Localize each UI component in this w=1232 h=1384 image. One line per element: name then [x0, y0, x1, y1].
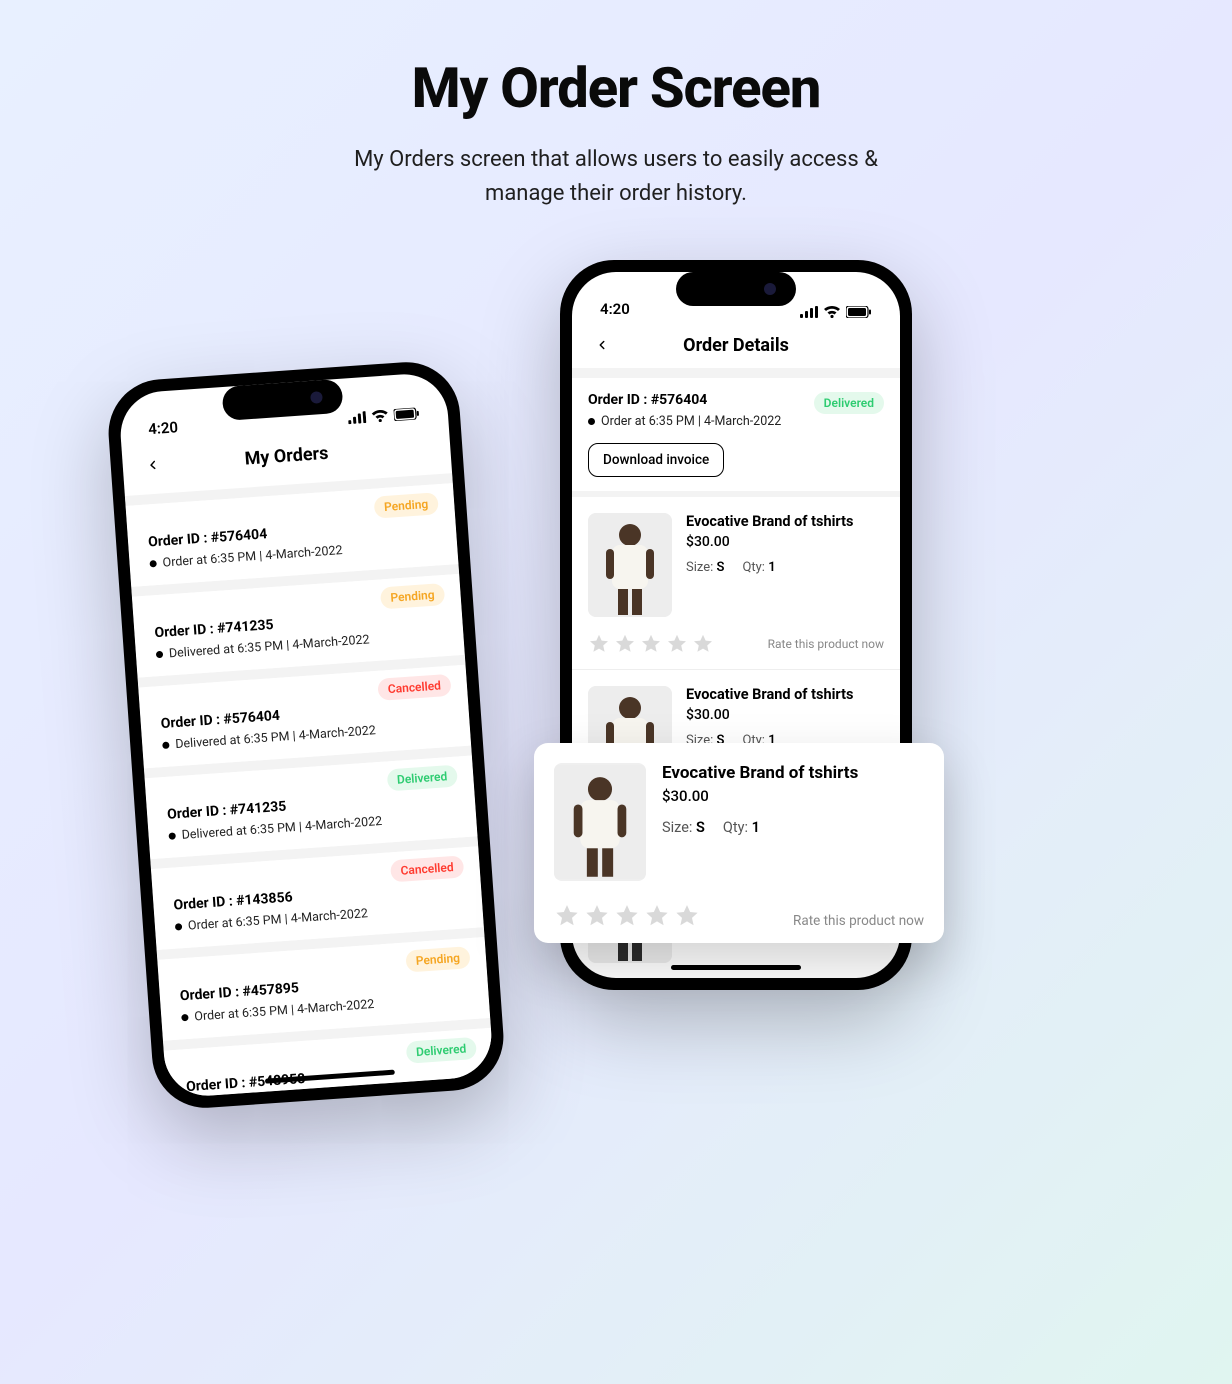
bullet-icon	[588, 418, 595, 425]
bullet-icon	[175, 923, 182, 930]
product-name: Evocative Brand of tshirts	[662, 763, 924, 783]
star-icon[interactable]	[588, 633, 610, 655]
star-icon[interactable]	[666, 633, 688, 655]
star-icon[interactable]	[584, 903, 610, 929]
product-attrs: Size: S Qty: 1	[662, 819, 924, 836]
product-name: Evocative Brand of tshirts	[686, 513, 884, 530]
status-badge: Pending	[405, 946, 471, 972]
wifi-icon	[823, 305, 841, 318]
page-title: My Order Screen	[0, 55, 1232, 121]
phone-my-orders: 4:20 My Orders Pending Order ID : #57640…	[105, 359, 507, 1112]
nav-title: My Orders	[244, 442, 329, 469]
product-attrs: Size: S Qty: 1	[686, 560, 884, 575]
nav-bar: Order Details	[572, 322, 900, 368]
download-invoice-button[interactable]: Download invoice	[588, 443, 724, 477]
status-badge: Pending	[373, 492, 439, 518]
page-subtitle: My Orders screen that allows users to ea…	[0, 143, 1232, 211]
back-button[interactable]	[140, 452, 166, 478]
product-price: $30.00	[662, 787, 924, 805]
signal-icon	[348, 411, 367, 424]
wifi-icon	[370, 408, 389, 422]
star-icon[interactable]	[614, 633, 636, 655]
battery-icon	[846, 306, 872, 318]
home-indicator	[671, 965, 801, 970]
rate-prompt: Rate this product now	[793, 913, 924, 929]
chevron-left-icon	[595, 338, 609, 352]
product-price: $30.00	[686, 534, 884, 550]
product-thumbnail	[554, 763, 646, 881]
status-badge: Pending	[380, 583, 446, 609]
back-button[interactable]	[590, 333, 614, 357]
bullet-icon	[149, 560, 156, 567]
star-icon[interactable]	[614, 903, 640, 929]
status-time: 4:20	[148, 418, 179, 438]
chevron-left-icon	[145, 458, 160, 473]
product-thumbnail	[588, 513, 672, 617]
phone-notch	[676, 272, 796, 306]
rate-prompt: Rate this product now	[768, 637, 884, 651]
orders-list: Pending Order ID : #576404 Order at 6:35…	[124, 467, 494, 1098]
order-summary: Delivered Order ID : #576404 Order at 6:…	[572, 378, 900, 491]
star-icon[interactable]	[692, 633, 714, 655]
product-row[interactable]: Evocative Brand of tshirts $30.00 Size: …	[572, 491, 900, 633]
star-icon[interactable]	[554, 903, 580, 929]
status-badge: Delivered	[814, 392, 884, 414]
product-card-overlay: Evocative Brand of tshirts $30.00 Size: …	[534, 743, 944, 943]
rating-stars[interactable]	[588, 633, 714, 655]
product-name: Evocative Brand of tshirts	[686, 686, 884, 703]
rating-stars[interactable]	[554, 903, 700, 929]
star-icon[interactable]	[640, 633, 662, 655]
star-icon[interactable]	[674, 903, 700, 929]
signal-icon	[800, 306, 818, 318]
nav-title: Order Details	[683, 335, 789, 356]
bullet-icon	[168, 832, 175, 839]
star-icon[interactable]	[644, 903, 670, 929]
order-meta: Order at 6:35 PM | 4-March-2022	[588, 414, 884, 429]
bullet-icon	[156, 651, 163, 658]
bullet-icon	[162, 742, 169, 749]
bullet-icon	[181, 1014, 188, 1021]
battery-icon	[393, 407, 420, 421]
status-time: 4:20	[600, 300, 630, 318]
product-price: $30.00	[686, 707, 884, 723]
